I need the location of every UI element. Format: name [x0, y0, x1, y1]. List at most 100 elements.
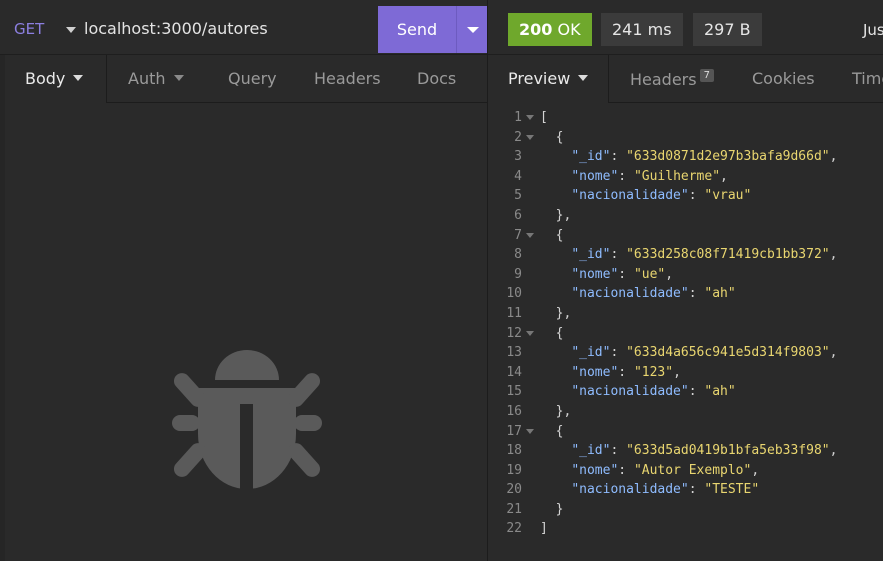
line-number: 19: [506, 462, 522, 478]
json-punct: ,: [829, 345, 838, 361]
json-text: [: [540, 108, 548, 128]
line-number: 9: [514, 266, 522, 282]
json-punct: },: [540, 403, 572, 419]
json-text: "_id": "633d0871d2e97b3bafa9d66d",: [540, 147, 837, 167]
json-punct: :: [610, 443, 627, 459]
json-line: 13 "_id": "633d4a656c941e5d314f9803",: [488, 343, 883, 363]
tab-separator: [608, 55, 609, 103]
tab-headers[interactable]: Headers: [314, 69, 381, 88]
tab-cookies[interactable]: Cookies: [752, 69, 815, 88]
fold-toggle-icon[interactable]: [526, 330, 534, 336]
json-key: "nome": [571, 168, 619, 184]
fold-toggle-icon[interactable]: [526, 134, 534, 140]
status-code: 200: [519, 20, 553, 39]
json-key: "nome": [571, 364, 619, 380]
status-text: OK: [557, 20, 581, 39]
fold-toggle-icon[interactable]: [526, 232, 534, 238]
json-string: "633d5ad0419b1bfa5eb33f98": [626, 443, 830, 459]
json-line: 6 },: [488, 206, 883, 226]
json-punct: ,: [673, 364, 681, 380]
json-string: "TESTE": [704, 482, 760, 498]
fold-toggle-icon[interactable]: [526, 115, 534, 120]
tab-query[interactable]: Query: [228, 69, 277, 88]
json-punct: :: [688, 188, 705, 204]
json-key: "_id": [571, 443, 611, 459]
request-bar: GET localhost:3000/autores Send 200 OK 2…: [0, 0, 883, 55]
json-punct: ,: [751, 462, 760, 478]
json-text: "_id": "633d5ad0419b1bfa5eb33f98",: [540, 441, 837, 461]
json-punct: [540, 188, 571, 203]
json-key: "nacionalidade": [571, 384, 689, 400]
truncated-tab-label[interactable]: Jus: [863, 21, 883, 39]
tab-docs[interactable]: Docs: [417, 69, 456, 88]
line-number: 6: [514, 207, 522, 223]
tab-preview[interactable]: Preview: [508, 69, 589, 88]
json-punct: :: [688, 286, 705, 302]
chevron-down-icon: [578, 75, 589, 81]
json-punct: {: [540, 129, 564, 145]
tab-body-label: Body: [25, 69, 66, 88]
json-text: {: [540, 128, 564, 148]
tab-auth[interactable]: Auth: [128, 69, 184, 88]
http-method-selector[interactable]: GET: [14, 20, 44, 38]
json-punct: :: [610, 247, 627, 263]
url-history-caret-icon[interactable]: [66, 27, 76, 33]
json-preview[interactable]: 1[2 {3 "_id": "633d0871d2e97b3bafa9d66d"…: [488, 108, 883, 539]
json-line: 18 "_id": "633d5ad0419b1bfa5eb33f98",: [488, 441, 883, 461]
json-text: "nome": "123",: [540, 363, 681, 383]
json-string: "ue": [633, 266, 666, 282]
json-text: "_id": "633d4a656c941e5d314f9803",: [540, 343, 837, 363]
json-punct: :: [610, 345, 627, 361]
line-number: 3: [514, 149, 522, 165]
line-number: 11: [506, 305, 522, 321]
json-punct: :: [688, 384, 705, 400]
json-punct: [540, 443, 571, 458]
json-line: 4 "nome": "Guilherme",: [488, 167, 883, 187]
json-string: "633d4a656c941e5d314f9803": [626, 345, 830, 361]
json-punct: ]: [540, 521, 548, 537]
request-tabs: Body Auth Query Headers Docs: [0, 55, 487, 103]
send-button[interactable]: Send: [378, 6, 456, 53]
line-number: 18: [506, 443, 522, 459]
bug-icon: [172, 342, 322, 496]
line-number: 4: [514, 168, 522, 184]
json-line: 12 {: [488, 324, 883, 344]
line-number: 22: [506, 521, 522, 537]
line-number: 8: [514, 247, 522, 263]
json-string: "123": [633, 364, 674, 380]
json-punct: [540, 286, 571, 301]
tab-timeline[interactable]: Time: [852, 69, 883, 88]
json-punct: }: [540, 501, 564, 517]
json-line: 8 "_id": "633d258c08f71419cb1bb372",: [488, 245, 883, 265]
json-line: 22]: [488, 519, 883, 539]
json-key: "nacionalidade": [571, 188, 689, 204]
json-punct: ,: [829, 247, 838, 263]
tab-response-headers[interactable]: Headers 7: [630, 69, 714, 89]
line-number: 16: [506, 403, 522, 419]
json-line: 19 "nome": "Autor Exemplo",: [488, 461, 883, 481]
json-key: "nacionalidade": [571, 286, 689, 302]
response-size-badge: 297 B: [693, 13, 762, 46]
json-text: "nacionalidade": "vrau": [540, 186, 751, 206]
json-punct: [540, 247, 571, 262]
line-number: 13: [506, 345, 522, 361]
send-options-button[interactable]: [456, 6, 488, 53]
json-punct: ,: [829, 149, 838, 165]
tab-preview-label: Preview: [508, 69, 571, 88]
json-punct: {: [540, 325, 564, 341]
json-text: "nacionalidade": "ah": [540, 382, 735, 402]
tab-body[interactable]: Body: [25, 69, 84, 88]
json-string: "633d0871d2e97b3bafa9d66d": [626, 149, 830, 165]
json-line: 16 },: [488, 402, 883, 422]
line-number: 15: [506, 384, 522, 400]
chevron-down-icon: [73, 75, 84, 81]
json-string: "vrau": [704, 188, 752, 204]
json-punct: [540, 345, 571, 360]
line-number: 14: [506, 364, 522, 380]
json-text: {: [540, 324, 564, 344]
url-input[interactable]: localhost:3000/autores: [84, 19, 268, 38]
json-line: 15 "nacionalidade": "ah": [488, 382, 883, 402]
json-punct: [540, 365, 571, 380]
json-string: "633d258c08f71419cb1bb372": [626, 247, 830, 263]
fold-toggle-icon[interactable]: [526, 428, 534, 434]
